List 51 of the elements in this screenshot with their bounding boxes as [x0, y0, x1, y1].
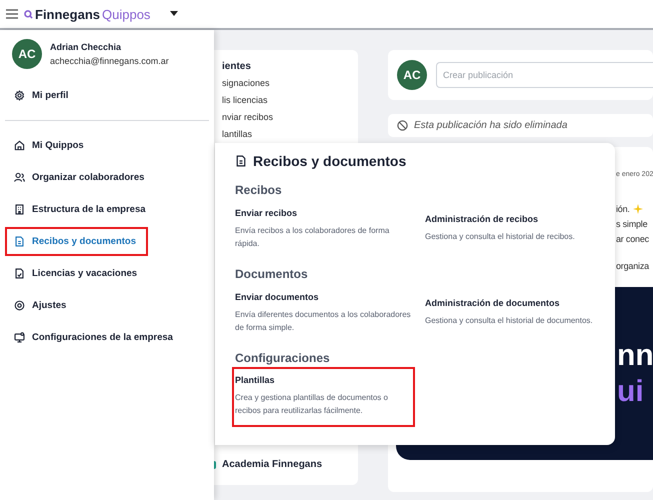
post-text: organiza	[616, 260, 649, 270]
brand-name: Finnegans	[35, 6, 100, 22]
notice-text: Esta publicación ha sido eliminada	[414, 120, 568, 131]
document-icon	[235, 155, 247, 167]
banner-text: nn	[617, 338, 653, 374]
gear-icon	[14, 90, 25, 101]
submenu-option[interactable]: Administración de documentos Gestiona y consulta el historial de documentos.	[425, 289, 605, 337]
people-icon	[14, 172, 25, 183]
menu-item[interactable]: Estructura de la empresa	[5, 195, 209, 224]
submenu-option[interactable]: Administración de recibos Gestiona y consulta el historial de recibos.	[425, 205, 605, 253]
menu-item[interactable]: Organizar colaboradores	[5, 163, 209, 192]
avatar: AC	[397, 60, 427, 90]
link-label[interactable]: Academia Finnegans	[222, 459, 322, 470]
menu-item[interactable]: Ajustes	[5, 291, 209, 320]
sparkle-icon	[632, 204, 643, 214]
logo-icon	[24, 10, 33, 18]
prohibited-icon	[397, 120, 408, 131]
user-name: Adrian Checchia	[50, 42, 122, 52]
menu-item[interactable]: Configuraciones de la empresa	[5, 323, 209, 352]
submenu-option[interactable]: Plantillas Crea y gestiona plantillas de documentos o recibos para reutilizarlas fácilmente.	[232, 367, 415, 427]
submenu-option[interactable]: Enviar recibos Envía recibos a los colaboradores de forma rápida.	[235, 205, 425, 253]
submenu-option[interactable]: Enviar documentos Envía diferentes documentos a los colaboradores de forma simple.	[235, 289, 425, 337]
user-email: achecchia@finnegans.com.ar	[50, 56, 169, 66]
document-icon	[14, 236, 25, 247]
profile-link[interactable]: Mi perfil	[5, 81, 209, 110]
post-text: ión.	[616, 204, 630, 214]
post-text: s simple	[616, 218, 648, 228]
settings-icon	[14, 300, 25, 311]
post-text: ar conec	[616, 234, 649, 244]
shortcut-link[interactable]: signaciones	[222, 78, 358, 95]
document-check-icon	[14, 268, 25, 279]
post-input-field[interactable]: Crear publicación	[436, 62, 653, 88]
home-icon	[14, 140, 25, 151]
caret-icon[interactable]	[170, 11, 178, 17]
building-icon	[14, 204, 25, 215]
monitor-icon	[14, 332, 25, 343]
shortcut-link[interactable]: lis licencias	[222, 95, 358, 112]
section-heading: Documentos	[235, 267, 309, 281]
menu-icon[interactable]	[6, 9, 18, 19]
card-title: ientes	[222, 61, 252, 72]
section-heading: Configuraciones	[235, 351, 331, 365]
menu-item[interactable]: Recibos y documentos	[5, 227, 148, 256]
shortcut-link[interactable]: lantillas	[222, 129, 358, 146]
brand-name-suffix: Quippos	[102, 6, 150, 22]
shortcut-link[interactable]: nviar recibos	[222, 112, 358, 129]
avatar: AC	[12, 39, 42, 69]
panel-title: Recibos y documentos	[253, 153, 406, 169]
banner-text: ui	[617, 374, 645, 410]
section-heading: Recibos	[235, 183, 283, 197]
menu-item[interactable]: Mi Quippos	[5, 131, 209, 160]
menu-item[interactable]: Licencias y vacaciones	[5, 259, 209, 288]
